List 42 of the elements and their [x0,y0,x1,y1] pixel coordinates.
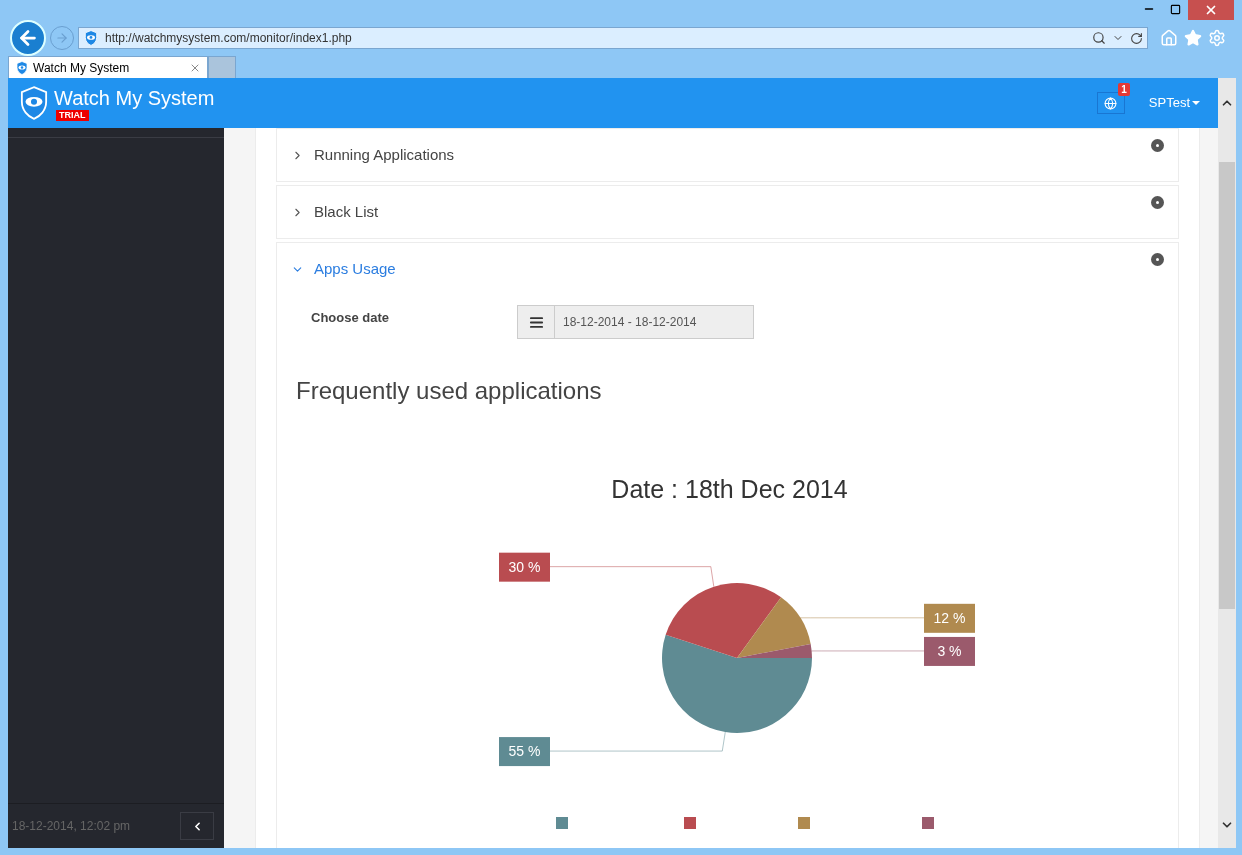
legend-swatch [556,816,568,829]
scrollbar[interactable] [1218,78,1236,848]
search-icon[interactable] [1092,31,1106,45]
scrollbar-thumb[interactable] [1219,162,1235,609]
refresh-icon[interactable] [1130,31,1143,45]
field-label: Choose date [311,309,390,328]
section-title: Frequently used applications [295,376,603,406]
accordion-header[interactable]: Apps Usage [277,243,1178,295]
address-bar[interactable]: http://watchmysystem.com/monitor/index1.php [78,27,1148,49]
collapse-sidebar-button[interactable] [180,812,214,840]
browser-tab[interactable]: Watch My System [8,56,208,78]
back-button[interactable] [10,20,46,56]
globe-icon [1104,96,1118,110]
data-label: 12 % [933,609,966,626]
site-shield-icon [83,30,99,46]
caret-icon [1192,101,1200,105]
sidebar-timestamp: 18-12-2014, 12:02 pm [12,818,131,835]
data-label: 12 % [924,603,975,633]
legend-swatch [684,816,696,829]
data-label: 55 % [508,742,541,759]
brand-name: Watch My System [54,85,215,110]
tab-shield-icon [15,60,29,75]
logo-eye-shield-icon [18,86,50,120]
data-label: 30 % [508,558,541,575]
legend-swatch [922,816,934,829]
favorites-star-icon[interactable] [1184,29,1202,47]
notification-count: 1 [1118,83,1130,96]
forward-arrow-icon [55,31,69,45]
trial-badge: TRIAL [56,109,89,121]
close-icon [1204,3,1218,17]
maximize-icon [1169,3,1181,15]
calendar-list-icon [528,314,544,330]
data-label: 55 % [499,736,550,766]
notifications-button[interactable] [1096,92,1125,114]
date-range-field[interactable]: 18-12-2014 - 18-12-2014 [517,305,754,339]
chart-title: Date : 18th Dec 2014 [610,474,849,505]
data-label: 3 % [937,642,962,659]
legend-swatch [798,816,810,829]
data-label: 3 % [924,636,975,666]
accordion-header[interactable]: Black List [277,186,1178,238]
accordion-header[interactable]: Running Applications [277,129,1178,181]
data-label: 30 % [499,552,550,582]
